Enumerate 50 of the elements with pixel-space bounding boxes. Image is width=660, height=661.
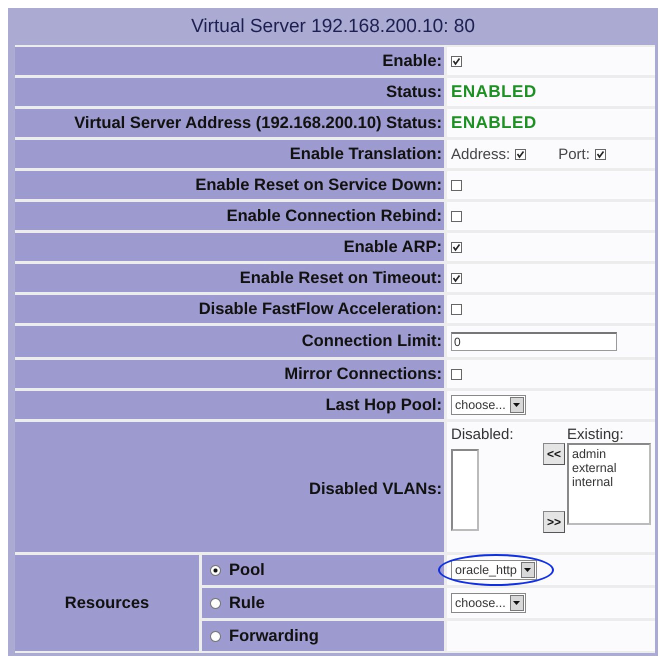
field-label: Connection Limit: [15,326,444,357]
list-item[interactable]: admin [572,447,646,461]
list-box[interactable] [451,449,479,531]
dropdown[interactable]: choose... [451,593,526,613]
address-label: Address: [451,146,510,162]
radio-button[interactable] [210,630,221,642]
caret-icon [524,568,532,572]
field-label: Enable Reset on Timeout: [15,264,444,292]
status-value: ENABLED [451,82,537,102]
checkbox[interactable] [451,210,462,222]
field-label: Virtual Server Address (192.168.200.10) Status: [15,109,444,137]
checkbox[interactable] [594,148,606,160]
panel-title: Virtual Server 192.168.200.10: 80 [190,14,476,38]
caret-icon [513,403,520,407]
field-label: Enable Translation: [15,140,444,168]
checkbox[interactable] [451,242,462,252]
checkbox[interactable] [451,272,462,284]
checkbox[interactable] [451,180,462,190]
dropdown[interactable]: oracle_http [451,560,537,580]
radio-button[interactable] [210,598,221,608]
field-label: Last Hop Pool: [15,391,444,419]
radio-label: Pool [229,560,265,580]
list-item[interactable]: internal [572,475,646,489]
status-value: ENABLED [451,113,537,133]
checkbox[interactable] [515,148,526,160]
field-label: Status: [15,78,444,106]
group-label: Resources [15,555,199,651]
checkbox[interactable] [451,368,462,380]
caret-icon [513,601,520,605]
radio-label: Rule [229,594,265,612]
port-label: Port: [558,146,590,162]
list-box[interactable]: admin external internal [567,443,651,525]
field-label: Enable ARP: [15,233,444,261]
list-label: Disabled: [451,426,515,443]
radio-label: Forwarding [229,626,319,646]
field-label: Disabled VLANs: [15,422,444,552]
input-field[interactable]: 0 [451,332,617,351]
move-right-button[interactable]: >> [543,511,565,533]
list-item[interactable]: external [572,461,646,475]
field-label: Disable FastFlow Acceleration: [15,295,444,323]
move-left-button[interactable]: << [543,443,565,465]
field-label: Enable Connection Rebind: [15,202,444,230]
radio-button[interactable] [210,564,221,576]
checkbox[interactable] [451,56,462,66]
list-label: Existing: [567,426,625,443]
field-label: Mirror Connections: [15,360,444,388]
field-label: Enable: [15,47,444,75]
checkbox[interactable] [451,304,462,314]
field-label: Enable Reset on Service Down: [15,171,444,199]
dropdown[interactable]: choose... [451,395,526,415]
